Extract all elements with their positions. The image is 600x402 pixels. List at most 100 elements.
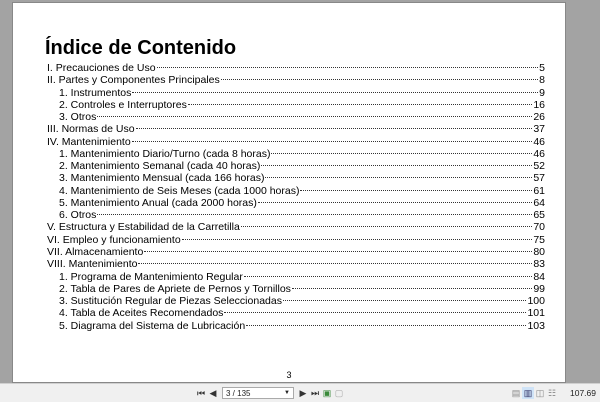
toc-entry[interactable]: 6. Otros 65: [47, 209, 545, 221]
fit-width-icon[interactable]: ▢: [333, 387, 345, 399]
toc-entry-page: 64: [533, 196, 545, 209]
toc-entry-page: 46: [533, 147, 545, 160]
toc-entry[interactable]: VII. Almacenamiento 80: [47, 246, 545, 258]
toc-entry-label: 1. Mantenimiento Diario/Turno (cada 8 ho…: [59, 147, 271, 160]
toc-entry[interactable]: 1. Programa de Mantenimiento Regular 84: [47, 271, 545, 283]
toc-entry-page: 9: [539, 86, 545, 99]
toc-entry-page: 84: [533, 270, 545, 283]
toc-entry-label: IV. Mantenimiento: [47, 135, 131, 148]
toc-entry-page: 16: [533, 98, 545, 111]
toc-entry-label: 3. Sustitución Regular de Piezas Selecci…: [59, 295, 282, 308]
toc-entry[interactable]: 5. Mantenimiento Anual (cada 2000 horas)…: [47, 197, 545, 209]
toc-entry-label: VI. Empleo y funcionamiento: [47, 233, 181, 246]
toc-entry[interactable]: 2. Tabla de Pares de Apriete de Pernos y…: [47, 283, 545, 295]
toc-entry[interactable]: 1. Mantenimiento Diario/Turno (cada 8 ho…: [47, 148, 545, 160]
toc-entry-page: 83: [533, 258, 545, 271]
toc-entry[interactable]: I. Precauciones de Uso 5: [47, 62, 545, 74]
toc-entry-page: 61: [533, 184, 545, 197]
dot-leader: [300, 189, 533, 191]
toc-entry-page: 37: [533, 123, 545, 136]
dot-leader: [97, 214, 533, 216]
dot-leader: [257, 201, 533, 203]
toc-entry-label: II. Partes y Componentes Principales: [47, 74, 220, 87]
dot-leader: [282, 300, 527, 302]
toc-entry-page: 80: [533, 245, 545, 258]
toc-entry[interactable]: 4. Tabla de Aceites Recomendados 101: [47, 307, 545, 319]
first-page-icon[interactable]: ⏮: [195, 387, 207, 399]
toc-entry-label: 4. Mantenimiento de Seis Meses (cada 100…: [59, 184, 300, 197]
toc-entry-label: V. Estructura y Estabilidad de la Carret…: [47, 221, 240, 234]
toc-entry-label: I. Precauciones de Uso: [47, 62, 156, 74]
dot-leader: [181, 238, 533, 240]
toc-entry-label: 1. Programa de Mantenimiento Regular: [59, 270, 243, 283]
toc-entry-page: 75: [533, 233, 545, 246]
dot-leader: [187, 103, 533, 105]
toc-entry[interactable]: 2. Mantenimiento Semanal (cada 40 horas)…: [47, 160, 545, 172]
dot-leader: [144, 250, 533, 252]
dot-leader: [246, 324, 527, 326]
next-page-icon[interactable]: ▶: [297, 387, 309, 399]
document-page: Índice de Contenido I. Precauciones de U…: [12, 2, 566, 383]
toc-entry-label: 2. Controles e Interruptores: [59, 98, 187, 111]
toc-entry-page: 8: [539, 74, 545, 87]
dot-leader: [265, 177, 533, 179]
dot-leader: [135, 128, 533, 130]
prev-page-icon[interactable]: ◀: [207, 387, 219, 399]
toc-entry[interactable]: II. Partes y Componentes Principales 8: [47, 74, 545, 86]
toc-entry-page: 103: [527, 319, 545, 332]
dot-leader: [271, 152, 533, 154]
toc-entry[interactable]: 5. Diagrama del Sistema de Lubricación 10…: [47, 320, 545, 332]
toc-entry-page: 99: [533, 282, 545, 295]
toc-entry[interactable]: VIII. Mantenimiento 83: [47, 258, 545, 270]
toc-entry-page: 101: [527, 307, 545, 320]
toc-entry-label: 6. Otros: [59, 209, 97, 222]
toc-entry[interactable]: 3. Mantenimiento Mensual (cada 166 horas…: [47, 172, 545, 184]
dot-leader: [138, 263, 533, 265]
toc-entry-label: 1. Instrumentos: [59, 86, 132, 99]
viewer-toolbar: ⏮ ◀ 3 / 135 ▼ ▶ ⏭ ▣ ▢ ▤ ▥ ◫ ☷ 107.69: [0, 383, 600, 402]
toc-entry-label: 4. Tabla de Aceites Recomendados: [59, 307, 224, 320]
two-page-continuous-icon[interactable]: ☷: [546, 387, 558, 399]
dot-leader: [243, 275, 533, 277]
toc-entry-label: 3. Mantenimiento Mensual (cada 166 horas…: [59, 172, 265, 185]
continuous-icon[interactable]: ▥: [522, 387, 534, 399]
toc-entry-page: 57: [533, 172, 545, 185]
two-page-icon[interactable]: ◫: [534, 387, 546, 399]
toc-entry-page: 65: [533, 209, 545, 222]
page-title: Índice de Contenido: [45, 37, 237, 59]
dot-leader: [156, 67, 539, 68]
toc-entry[interactable]: V. Estructura y Estabilidad de la Carret…: [47, 221, 545, 233]
toc-entry[interactable]: VI. Empleo y funcionamiento 75: [47, 234, 545, 246]
toc-entry-label: 5. Diagrama del Sistema de Lubricación: [59, 319, 246, 332]
toc-entry[interactable]: 4. Mantenimiento de Seis Meses (cada 100…: [47, 185, 545, 197]
toc-entry-page: 52: [533, 160, 545, 173]
toc-entry[interactable]: 3. Otros 26: [47, 111, 545, 123]
dot-leader: [224, 312, 527, 314]
fit-page-icon[interactable]: ▣: [321, 387, 333, 399]
toc-entry-label: III. Normas de Uso: [47, 123, 135, 136]
dot-leader: [131, 140, 533, 142]
last-page-icon[interactable]: ⏭: [309, 387, 321, 399]
dot-leader: [261, 165, 533, 167]
toc-entry[interactable]: 2. Controles e Interruptores 16: [47, 99, 545, 111]
toc-entry-label: 2. Mantenimiento Semanal (cada 40 horas): [59, 160, 261, 173]
dot-leader: [220, 79, 539, 81]
toc-entry[interactable]: 3. Sustitución Regular de Piezas Selecci…: [47, 295, 545, 307]
toc-entry[interactable]: IV. Mantenimiento 46: [47, 136, 545, 148]
page-indicator: 3 / 135: [226, 388, 251, 398]
dot-leader: [291, 287, 533, 289]
chevron-down-icon: ▼: [284, 390, 290, 396]
toc-entry-label: VII. Almacenamiento: [47, 245, 144, 258]
toc-entry-label: VIII. Mantenimiento: [47, 258, 138, 271]
dot-leader: [132, 91, 539, 93]
page-number: 3: [286, 370, 292, 380]
toc-entry-page: 100: [527, 295, 545, 308]
page-selector[interactable]: 3 / 135 ▼: [222, 387, 294, 399]
toc-entry-label: 2. Tabla de Pares de Apriete de Pernos y…: [59, 282, 291, 295]
single-page-icon[interactable]: ▤: [510, 387, 522, 399]
toc-entry-page: 26: [533, 111, 545, 124]
dot-leader: [240, 226, 533, 228]
toc-entry[interactable]: 1. Instrumentos 9: [47, 87, 545, 99]
zoom-level[interactable]: 107.69: [570, 388, 596, 398]
toc-entry[interactable]: III. Normas de Uso 37: [47, 123, 545, 135]
